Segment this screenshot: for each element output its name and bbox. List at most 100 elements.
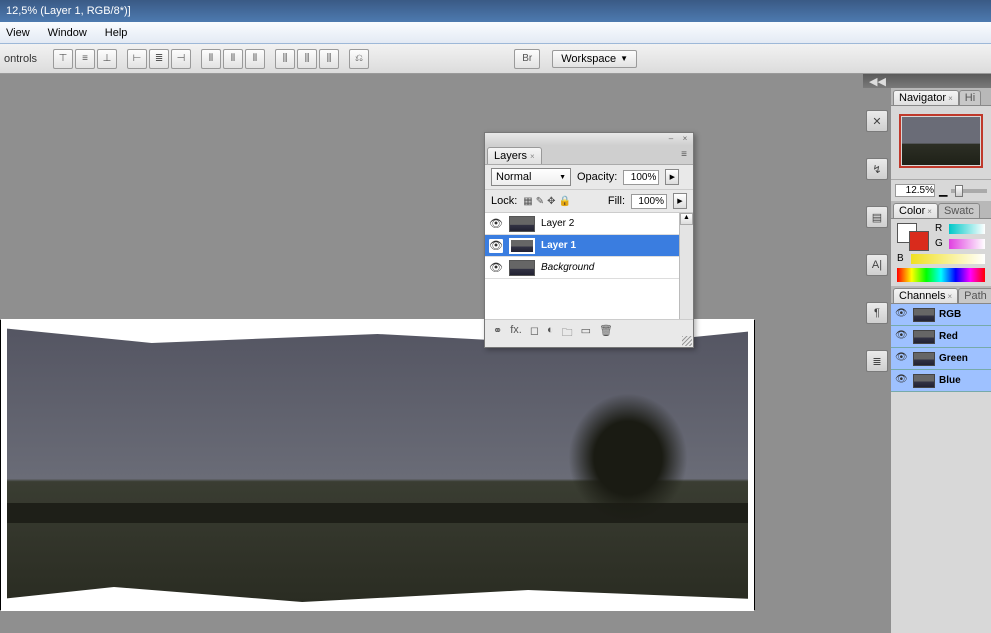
align-top-icon[interactable]: ⊤: [53, 49, 73, 69]
fg-bg-swatches[interactable]: [897, 223, 929, 251]
actions-icon[interactable]: ▤: [866, 206, 888, 228]
distribute-group-2: ⫼ ⫼ ⫼: [275, 49, 339, 69]
distribute-right-icon[interactable]: ⫼: [319, 49, 339, 69]
options-icon[interactable]: ✕: [866, 110, 888, 132]
menu-view[interactable]: View: [6, 27, 30, 39]
distribute-top-icon[interactable]: ⫴: [201, 49, 221, 69]
align-right-icon[interactable]: ⊣: [171, 49, 191, 69]
link-layers-icon[interactable]: ⚭: [493, 324, 502, 343]
menu-bar: View Window Help: [0, 22, 991, 44]
visibility-icon[interactable]: 👁: [895, 330, 909, 344]
character-icon[interactable]: A|: [866, 254, 888, 276]
channel-row[interactable]: 👁 RGB: [891, 304, 991, 326]
lock-image-icon[interactable]: ✎: [536, 196, 544, 207]
navigator-thumbnail: [902, 117, 980, 165]
layer-name[interactable]: Layer 1: [541, 240, 576, 251]
adjustment-layer-icon[interactable]: ◐: [547, 324, 554, 343]
bridge-icon[interactable]: Br: [514, 49, 540, 69]
align-hcenter-icon[interactable]: ≣: [149, 49, 169, 69]
lock-all-icon[interactable]: 🔒: [559, 196, 571, 207]
color-spectrum[interactable]: [897, 268, 985, 282]
new-layer-icon[interactable]: ▭: [581, 324, 591, 343]
menu-window[interactable]: Window: [48, 27, 87, 39]
document-canvas[interactable]: [0, 320, 755, 610]
visibility-icon[interactable]: 👁: [895, 352, 909, 366]
zoom-slider-thumb[interactable]: [955, 185, 963, 197]
align-left-icon[interactable]: ⊢: [127, 49, 147, 69]
tab-close-icon[interactable]: ×: [947, 292, 952, 301]
close-icon[interactable]: ×: [680, 135, 690, 143]
tab-close-icon[interactable]: ×: [948, 94, 953, 103]
align-bottom-icon[interactable]: ⊥: [97, 49, 117, 69]
g-slider[interactable]: [949, 239, 985, 249]
background-swatch[interactable]: [909, 231, 929, 251]
lock-transparent-icon[interactable]: ▦: [523, 196, 532, 207]
zoom-input[interactable]: [895, 184, 935, 197]
zoom-out-icon[interactable]: ▁: [939, 184, 947, 197]
layer-style-icon[interactable]: fx.: [510, 324, 522, 343]
lock-position-icon[interactable]: ✥: [547, 196, 555, 207]
layer-mask-icon[interactable]: ◻: [530, 324, 539, 343]
tab-close-icon[interactable]: ×: [927, 207, 932, 216]
tab-paths[interactable]: Path: [958, 288, 991, 303]
layer-thumbnail[interactable]: [509, 260, 535, 276]
zoom-slider[interactable]: [951, 189, 987, 193]
layer-name[interactable]: Layer 2: [541, 218, 574, 229]
align-group-2: ⊢ ≣ ⊣: [127, 49, 191, 69]
tab-layers-label: Layers: [494, 150, 527, 162]
channel-row[interactable]: 👁 Green: [891, 348, 991, 370]
chevron-down-icon: ▼: [559, 174, 566, 181]
r-slider[interactable]: [949, 224, 985, 234]
b-slider[interactable]: [911, 254, 985, 264]
layer-name[interactable]: Background: [541, 262, 594, 273]
visibility-icon[interactable]: 👁: [895, 374, 909, 388]
distribute-left-icon[interactable]: ⫼: [275, 49, 295, 69]
new-group-icon[interactable]: 🗀: [562, 324, 573, 343]
workspace-button[interactable]: Workspace ▼: [552, 50, 637, 68]
tab-layers[interactable]: Layers ×: [487, 147, 542, 164]
navigator-viewport[interactable]: [899, 114, 983, 168]
visibility-icon[interactable]: 👁: [895, 308, 909, 322]
auto-align-icon[interactable]: ⎌: [349, 49, 369, 69]
distribute-vcenter-icon[interactable]: ⫴: [223, 49, 243, 69]
layer-row[interactable]: 👁 Background 🔒: [485, 257, 693, 279]
layer-row[interactable]: 👁 Layer 1: [485, 235, 693, 257]
history-icon[interactable]: ↯: [866, 158, 888, 180]
minimize-icon[interactable]: –: [666, 135, 676, 143]
align-vcenter-icon[interactable]: ≡: [75, 49, 95, 69]
distribute-bottom-icon[interactable]: ⫴: [245, 49, 265, 69]
tab-navigator[interactable]: Navigator ×: [893, 90, 959, 105]
panel-titlebar[interactable]: – ×: [485, 133, 693, 145]
layer-thumbnail[interactable]: [509, 216, 535, 232]
fill-input[interactable]: [631, 194, 667, 209]
visibility-icon[interactable]: 👁: [489, 239, 503, 253]
tab-close-icon[interactable]: ×: [530, 152, 535, 161]
panel-menu-icon[interactable]: ≡: [677, 147, 691, 164]
paragraph-icon[interactable]: ¶: [866, 302, 888, 324]
tab-swatches[interactable]: Swatc: [938, 203, 980, 218]
menu-help[interactable]: Help: [105, 27, 128, 39]
blend-mode-select[interactable]: Normal ▼: [491, 168, 571, 186]
layers-icon[interactable]: ≣: [866, 350, 888, 372]
tab-color[interactable]: Color ×: [893, 203, 938, 218]
distribute-hcenter-icon[interactable]: ⫼: [297, 49, 317, 69]
visibility-icon[interactable]: 👁: [489, 217, 503, 231]
resize-grip-icon[interactable]: [682, 336, 692, 346]
scroll-up-icon[interactable]: ▲: [680, 213, 693, 225]
opacity-input[interactable]: [623, 170, 659, 185]
tab-histogram-label: Hi: [965, 92, 975, 104]
channel-row[interactable]: 👁 Red: [891, 326, 991, 348]
tab-histogram[interactable]: Hi: [959, 90, 981, 105]
tab-channels[interactable]: Channels ×: [893, 288, 958, 303]
dock-collapse-bar[interactable]: ◀◀: [863, 74, 991, 88]
visibility-icon[interactable]: 👁: [489, 261, 503, 275]
layer-thumbnail[interactable]: [509, 238, 535, 254]
delete-layer-icon[interactable]: 🗑: [599, 324, 613, 343]
layer-row[interactable]: 👁 Layer 2: [485, 213, 693, 235]
layers-list: 👁 Layer 2 👁 Layer 1 👁 Background 🔒 ▲: [485, 213, 693, 319]
channel-row[interactable]: 👁 Blue: [891, 370, 991, 392]
opacity-flyout-icon[interactable]: ▶: [665, 169, 679, 185]
layers-panel[interactable]: – × Layers × ≡ Normal ▼ Opacity: ▶ Lock:…: [484, 132, 694, 348]
fill-flyout-icon[interactable]: ▶: [673, 193, 687, 209]
layers-scrollbar[interactable]: ▲: [679, 213, 693, 319]
